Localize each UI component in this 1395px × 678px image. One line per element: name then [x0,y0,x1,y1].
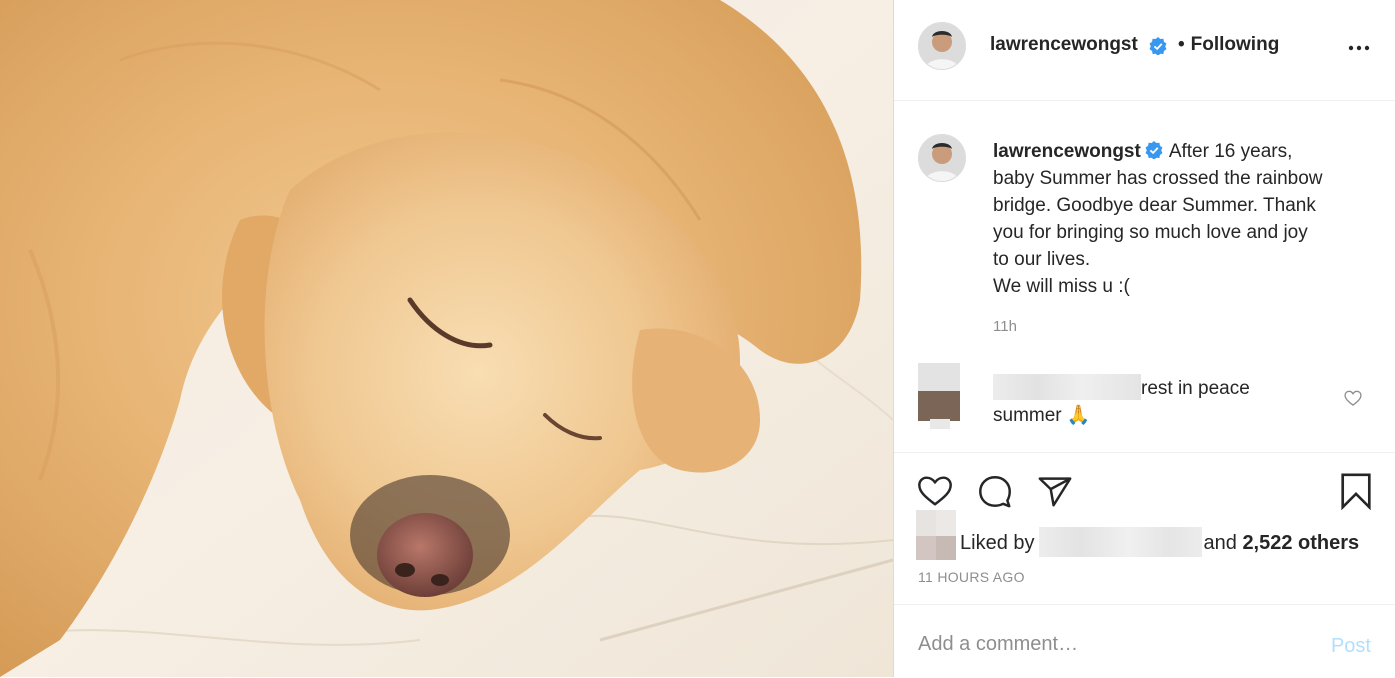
more-horizontal-icon[interactable] [1347,36,1371,60]
instagram-post: lawrencewongst • Following lawrencewongs… [0,0,1395,677]
caption-text-line: to our lives. [993,249,1091,270]
comment-bubble-icon[interactable] [976,472,1014,510]
author-username[interactable]: lawrencewongst [990,34,1138,56]
liked-by-prefix: Liked by [960,532,1035,554]
caption-time[interactable]: 11h [993,318,1017,335]
commenter-avatar-blurred[interactable] [918,363,960,429]
heart-outline-icon[interactable] [1343,388,1363,408]
likes-count-link[interactable]: 2,522 others [1242,532,1359,554]
separator-dot: • [1178,34,1185,55]
caption-author-avatar[interactable] [918,134,966,182]
comment-text-part1: rest in peace [1141,378,1250,399]
liker-avatar-blurred[interactable] [916,510,956,560]
bookmark-icon[interactable] [1337,472,1375,510]
likes-row: Liked by and 2,522 others [894,510,1395,566]
comment-text-part2: summer [993,405,1062,426]
following-button[interactable]: Following [1191,34,1280,55]
paper-plane-icon[interactable] [1036,472,1074,510]
author-avatar[interactable] [918,22,966,70]
post-caption: lawrencewongst After 16 years, baby Summ… [993,138,1363,300]
liked-by-and: and [1203,532,1237,554]
post-timestamp[interactable]: 11 HOURS AGO [918,569,1025,585]
verified-badge-icon [1149,37,1167,55]
praying-hands-emoji: 🙏 [1066,405,1091,426]
add-comment-bar: Post [894,604,1395,678]
post-header: lawrencewongst • Following [894,0,1395,101]
caption-text-line: you for bringing so much love and joy [993,222,1308,243]
sleeping-golden-retriever-image [0,0,893,677]
likes-summary: Liked by and 2,522 others [960,527,1359,557]
post-photo[interactable] [0,0,893,677]
commenter-name-blurred[interactable] [993,374,1141,400]
liker-name-blurred[interactable] [1038,527,1202,557]
verified-badge-icon [1145,141,1163,159]
comment-item: rest in peace summer 🙏 [894,358,1395,438]
post-comment-button[interactable]: Post [1331,635,1371,658]
post-side-panel: lawrencewongst • Following lawrencewongs… [893,0,1395,677]
comment-text: rest in peace summer 🙏 [993,374,1333,429]
caption-text-line: After 16 years, [1168,141,1293,162]
heart-icon[interactable] [916,472,954,510]
comments-area[interactable]: lawrencewongst After 16 years, baby Summ… [894,100,1395,453]
caption-text-line: baby Summer has crossed the rainbow [993,168,1323,189]
comment-input[interactable] [918,629,1278,659]
caption-text-line: bridge. Goodbye dear Summer. Thank [993,195,1316,216]
caption-avatar-image [919,135,965,181]
caption-username[interactable]: lawrencewongst [993,141,1141,162]
author-avatar-image [919,23,965,69]
caption-text-line: We will miss u :( [993,276,1130,297]
follow-status[interactable]: • Following [1178,34,1279,56]
post-actions [894,468,1395,512]
